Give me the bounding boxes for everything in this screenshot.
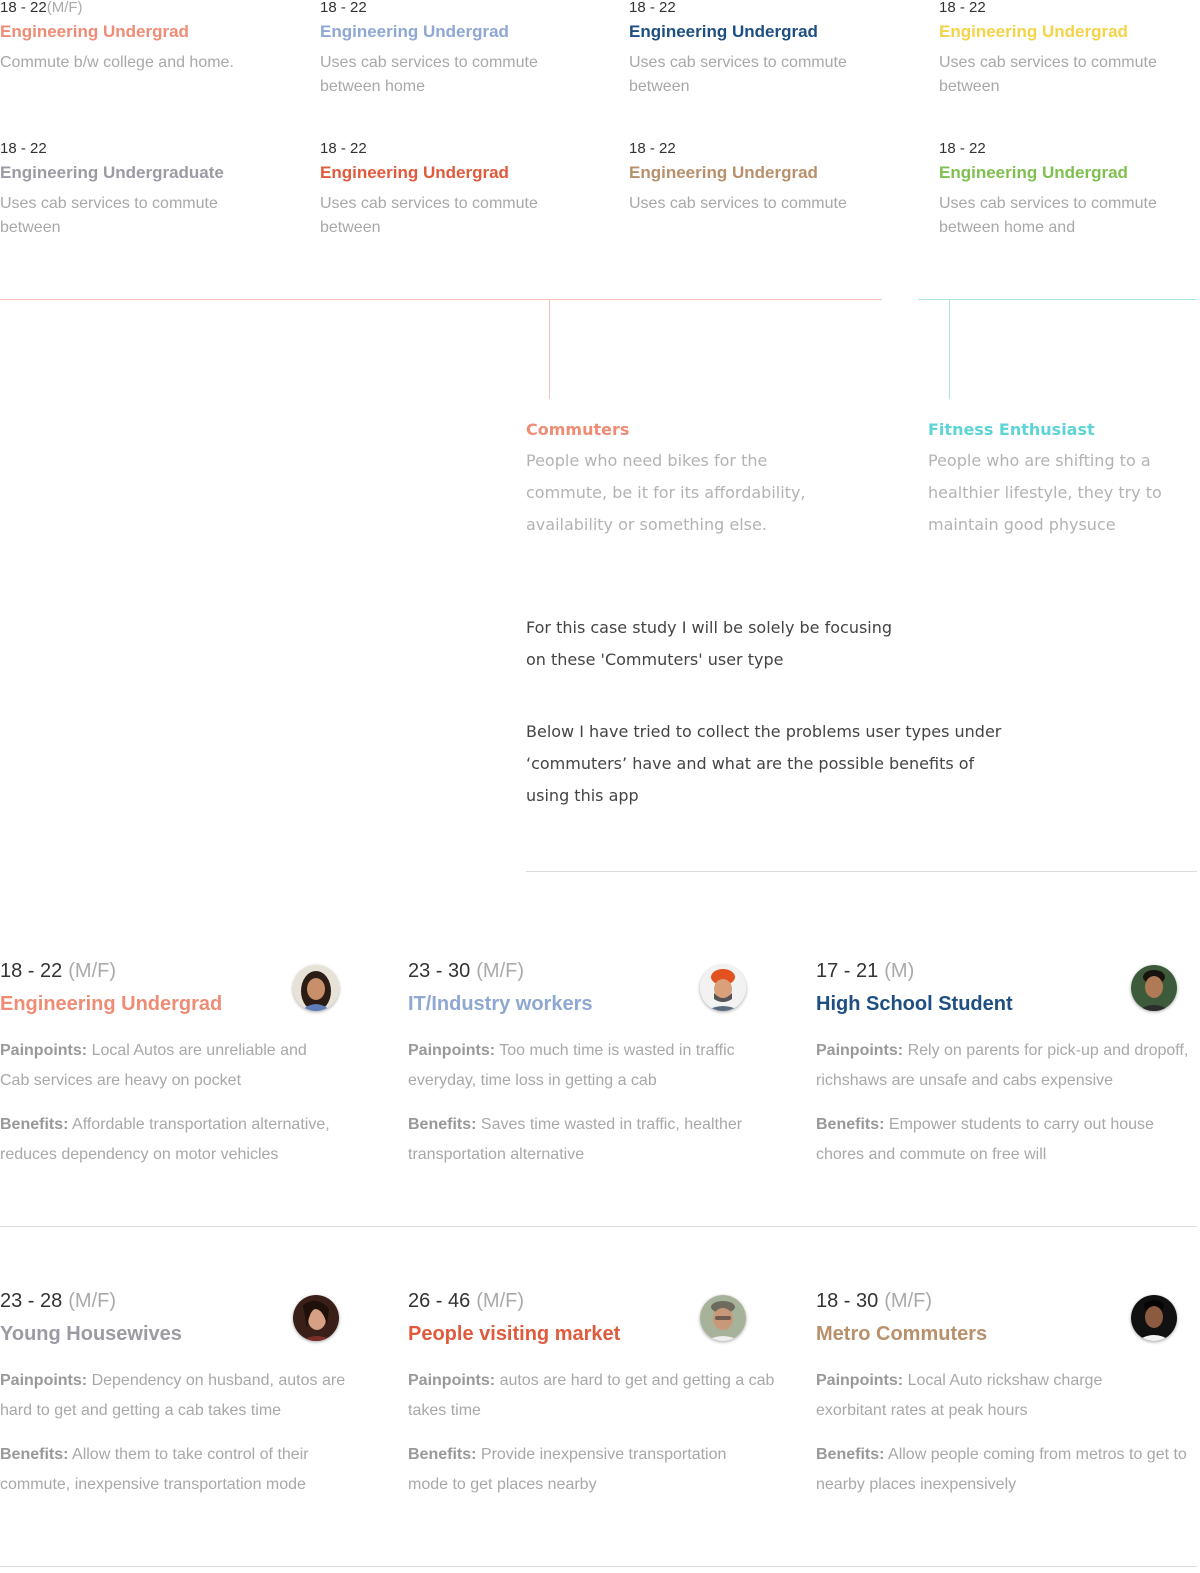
- mini-persona-1: 18 - 22(M/F) Engineering Undergrad Commu…: [0, 0, 290, 75]
- housewife-avatar: [293, 1295, 339, 1341]
- painpoints: Painpoints: Local Auto rickshaw charge e…: [816, 1372, 1103, 1419]
- persona-title: Engineering Undergrad: [939, 163, 1128, 182]
- benefits: Benefits: Allow them to take control of …: [0, 1446, 309, 1493]
- turban-man-avatar: [700, 965, 746, 1011]
- benefits: Benefits: Provide inexpensive transporta…: [408, 1446, 727, 1493]
- persona-description: Uses cab services to commute between: [939, 54, 1157, 95]
- mini-persona-8: 18 - 22 Engineering Undergrad Uses cab s…: [939, 141, 1200, 240]
- persona-description: Uses cab services to commute between: [320, 195, 538, 236]
- mini-persona-4: 18 - 22 Engineering Undergrad Uses cab s…: [939, 0, 1200, 99]
- benefits: Benefits: Allow people coming from metro…: [816, 1446, 1187, 1493]
- mini-persona-7: 18 - 22 Engineering Undergrad Uses cab s…: [629, 141, 919, 216]
- persona-title: Engineering Undergrad: [320, 163, 509, 182]
- age-range: 18 - 22(M/F): [0, 0, 83, 16]
- mini-persona-2: 18 - 22 Engineering Undergrad Uses cab s…: [320, 0, 610, 99]
- persona-title: Engineering Undergrad: [629, 163, 818, 182]
- commuters-vertical-line: [549, 299, 550, 399]
- mini-persona-6: 18 - 22 Engineering Undergrad Uses cab s…: [320, 141, 610, 240]
- young-man-avatar: [1131, 1295, 1177, 1341]
- persona-description: Uses cab services to commute between: [0, 195, 218, 236]
- persona-description: Uses cab services to commute between hom…: [939, 195, 1157, 236]
- category-title: Fitness Enthusiast: [928, 420, 1095, 439]
- category-title: Commuters: [526, 420, 630, 439]
- age-range: 18 - 22: [0, 140, 47, 157]
- fitness-vertical-line: [949, 299, 950, 399]
- woman-avatar: [293, 965, 339, 1011]
- mini-persona-3: 18 - 22 Engineering Undergrad Uses cab s…: [629, 0, 919, 99]
- age-range: 18 - 22: [629, 140, 676, 157]
- age-range: 18 - 22: [939, 0, 986, 16]
- benefits: Benefits: Affordable transportation alte…: [0, 1116, 330, 1163]
- benefits: Benefits: Saves time wasted in traffic, …: [408, 1116, 743, 1163]
- older-man-avatar: [700, 1295, 746, 1341]
- persona-title: Engineering Undergrad: [320, 22, 509, 41]
- category-description: People who are shifting to a healthier l…: [928, 451, 1162, 534]
- painpoints: Painpoints: Too much time is wasted in t…: [408, 1042, 735, 1089]
- painpoints: Painpoints: Rely on parents for pick-up …: [816, 1042, 1189, 1089]
- age-range: 18 - 22: [320, 0, 367, 16]
- benefits: Benefits: Empower students to carry out …: [816, 1116, 1154, 1163]
- persona-title: Engineering Undergraduate: [0, 163, 224, 182]
- focus-paragraph: For this case study I will be solely be …: [526, 618, 893, 669]
- persona-title: Engineering Undergrad: [939, 22, 1128, 41]
- fitness-horizontal-line: [918, 299, 1197, 300]
- age-range: 18 - 22: [629, 0, 676, 16]
- bottom-divider: [0, 1566, 1197, 1567]
- painpoints: Painpoints: Dependency on husband, autos…: [0, 1372, 346, 1419]
- teen-boy-avatar: [1131, 965, 1177, 1011]
- mini-persona-5: 18 - 22 Engineering Undergraduate Uses c…: [0, 141, 290, 240]
- category-commuters: Commuters People who need bikes for the …: [526, 420, 826, 541]
- section-divider: [526, 871, 1197, 872]
- cards-divider: [0, 1226, 1197, 1227]
- age-range: 18 - 22: [320, 140, 367, 157]
- painpoints: Painpoints: autos are hard to get and ge…: [408, 1372, 775, 1419]
- problems-paragraph: Below I have tried to collect the proble…: [526, 722, 1002, 805]
- persona-description: Uses cab services to commute between: [629, 54, 847, 95]
- age-range: 18 - 22: [939, 140, 986, 157]
- category-description: People who need bikes for the commute, b…: [526, 451, 806, 534]
- painpoints: Painpoints: Local Autos are unreliable a…: [0, 1042, 307, 1089]
- persona-description: Commute b/w college and home.: [0, 54, 234, 71]
- persona-title: Engineering Undergrad: [629, 22, 818, 41]
- category-fitness: Fitness Enthusiast People who are shifti…: [928, 420, 1200, 541]
- persona-description: Uses cab services to commute: [629, 195, 847, 212]
- persona-description: Uses cab services to commute between hom…: [320, 54, 538, 95]
- persona-title: Engineering Undergrad: [0, 22, 189, 41]
- commuters-horizontal-line: [0, 299, 882, 300]
